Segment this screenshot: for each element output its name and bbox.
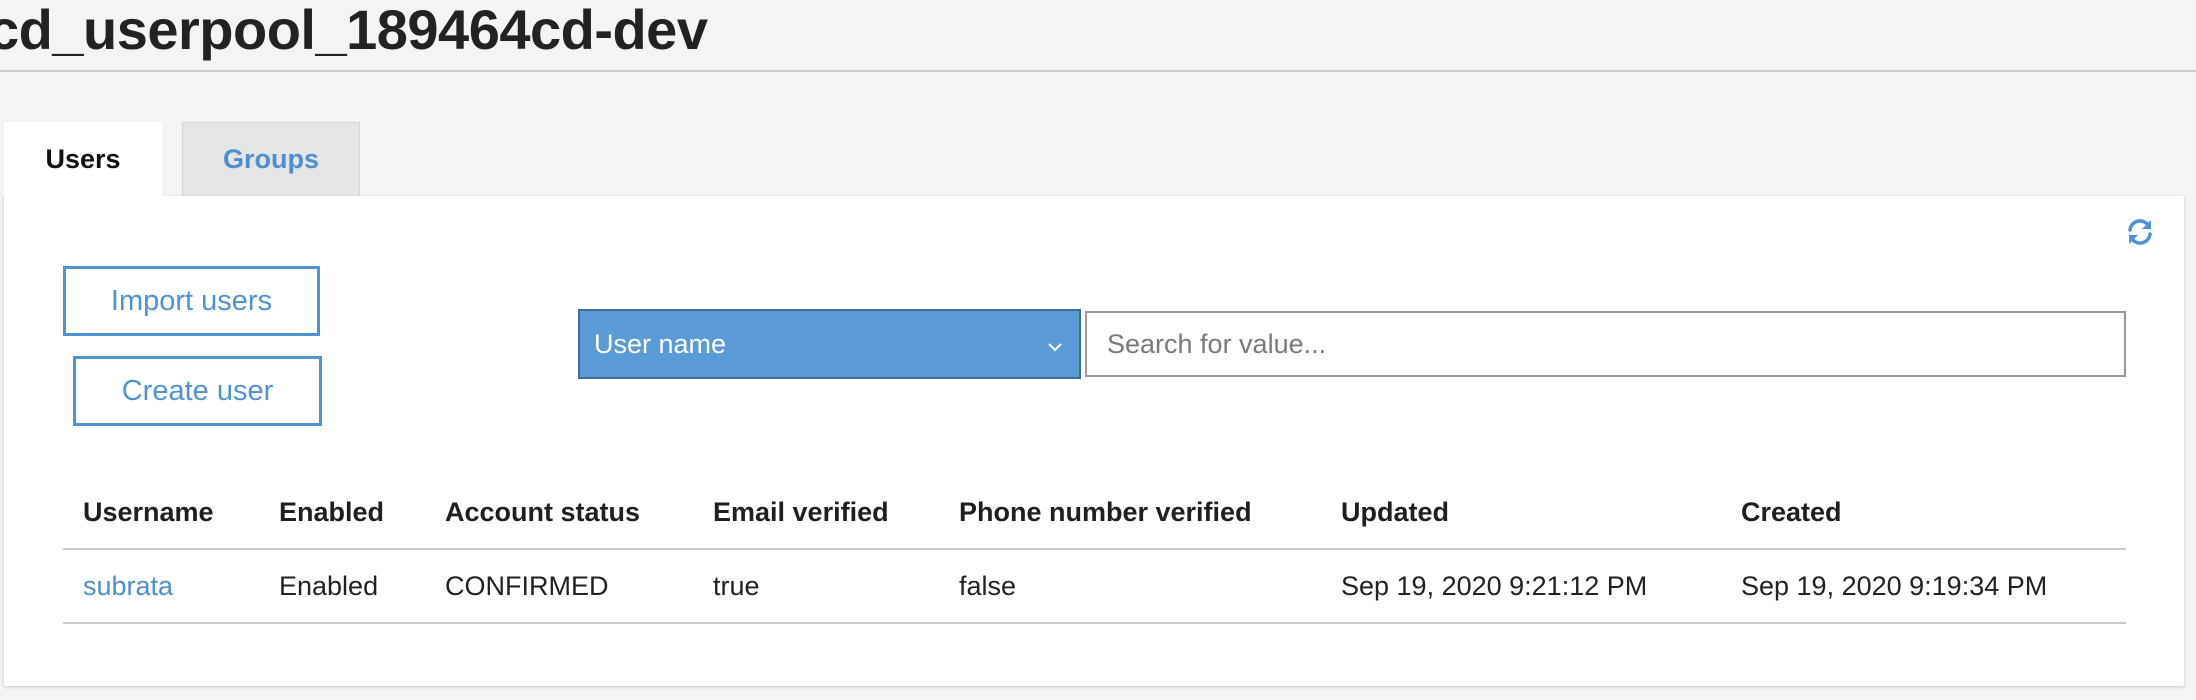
table-header-row: Username Enabled Account status Email ve… [63,476,2126,550]
cell-created: Sep 19, 2020 9:19:34 PM [1721,549,2126,624]
search-input[interactable] [1085,311,2126,377]
table-row: subrata Enabled CONFIRMED true false Sep… [63,549,2126,624]
refresh-icon[interactable] [2124,216,2156,248]
search-attribute-value: User name [594,328,727,359]
column-header-created[interactable]: Created [1721,476,2126,550]
column-header-updated[interactable]: Updated [1321,476,1721,550]
column-header-phone-verified[interactable]: Phone number verified [939,476,1321,550]
cell-account-status: CONFIRMED [425,549,693,624]
column-header-username[interactable]: Username [63,476,259,550]
page-header: cd_userpool_189464cd-dev [0,0,2196,72]
tab-users[interactable]: Users [4,122,162,196]
cell-email-verified: true [693,549,939,624]
column-header-account-status[interactable]: Account status [425,476,693,550]
tab-groups[interactable]: Groups [182,122,360,196]
chevron-down-icon [1045,333,1065,353]
page-title: cd_userpool_189464cd-dev [0,0,708,61]
cell-username: subrata [63,549,259,624]
users-table: Username Enabled Account status Email ve… [63,476,2126,624]
username-link[interactable]: subrata [83,571,173,601]
column-header-email-verified[interactable]: Email verified [693,476,939,550]
search-attribute-select[interactable]: User name [578,309,1081,379]
cell-updated: Sep 19, 2020 9:21:12 PM [1321,549,1721,624]
users-panel: Import users Create user User name Usern… [4,196,2184,686]
cell-phone-verified: false [939,549,1321,624]
column-header-enabled[interactable]: Enabled [259,476,425,550]
create-user-button[interactable]: Create user [73,356,322,426]
import-users-button[interactable]: Import users [63,266,320,336]
cell-enabled: Enabled [259,549,425,624]
